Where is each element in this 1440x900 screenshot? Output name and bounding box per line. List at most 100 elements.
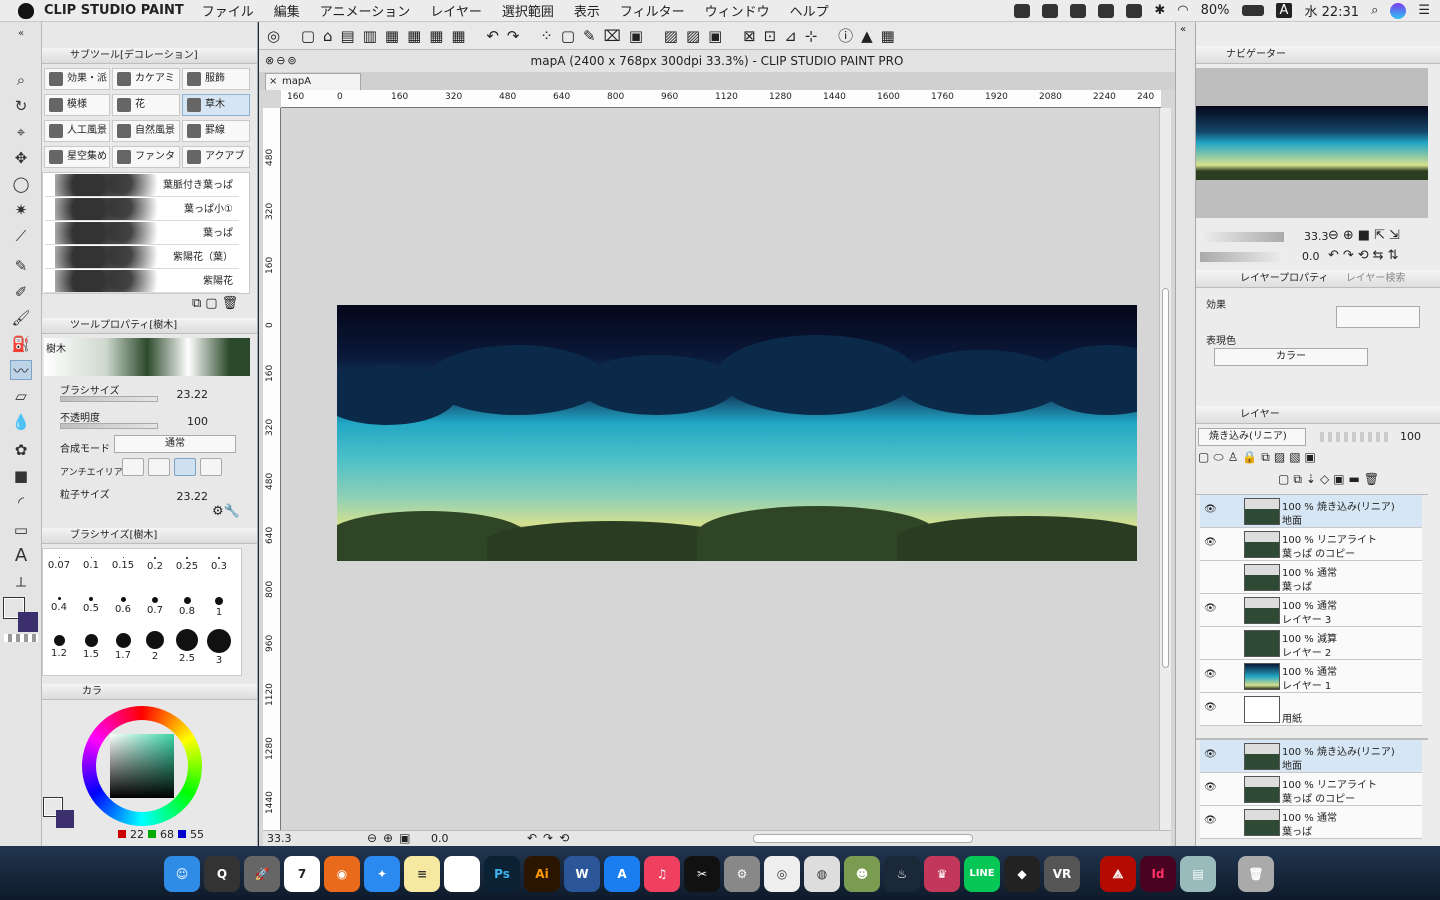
menu-view[interactable]: 表示	[574, 1, 600, 20]
layer-row[interactable]: 👁 100 % 焼き込み(リニア) 地面	[1200, 495, 1422, 528]
subtool-group-artificial[interactable]: 人工風景	[44, 120, 110, 142]
brush-tool-icon[interactable]: 🖌	[10, 308, 32, 328]
brush-size-cell[interactable]: 1.5	[75, 629, 107, 669]
subtool-group-plants[interactable]: 草木	[182, 94, 250, 116]
nav-zoom-value[interactable]: 33.3	[1304, 230, 1329, 243]
rotate-controls[interactable]: ↶↷⟲	[527, 831, 575, 845]
brush-item[interactable]: 葉っぱ	[45, 221, 239, 245]
eye-icon[interactable]: 👁	[1204, 538, 1217, 548]
eye-icon[interactable]: 👁	[1204, 750, 1217, 760]
firefox-icon[interactable]: ◉	[324, 856, 360, 892]
brush-size-cell[interactable]: 1	[203, 589, 235, 629]
battery-icon[interactable]	[1241, 5, 1264, 16]
eye-icon[interactable]: 👁	[1204, 783, 1217, 793]
effect-buttons[interactable]	[1336, 306, 1420, 328]
line-app-icon[interactable]: LINE	[964, 856, 1000, 892]
eye-icon[interactable]: 👁	[1204, 505, 1217, 515]
calendar-icon[interactable]: 7	[284, 856, 320, 892]
display-icon[interactable]	[1042, 3, 1059, 18]
window-controls[interactable]: ⊗⊖⊚	[265, 54, 309, 68]
brush-size-cell[interactable]: 1.7	[107, 629, 139, 669]
layer-toolbar-1[interactable]: ▢⬭♙🔒⧉▨▧▣	[1198, 450, 1428, 468]
auto-select-tool-icon[interactable]: ✷	[10, 200, 32, 220]
expression-color-select[interactable]: カラー	[1214, 348, 1368, 366]
acrobat-icon[interactable]: ⟁	[1100, 856, 1136, 892]
launchpad-icon[interactable]: 🚀	[244, 856, 280, 892]
selection-tool-icon[interactable]: ◯	[10, 174, 32, 194]
brush-size-cell[interactable]: 0.1	[75, 549, 107, 589]
wifi-icon[interactable]: ◠	[1177, 3, 1188, 18]
nav-rotate-buttons[interactable]: ↶↷⟲⇆⇅	[1328, 248, 1402, 263]
brush-size-cell[interactable]: 2.5	[171, 629, 203, 669]
canvas-artwork[interactable]	[337, 305, 1137, 561]
blend-mode-select[interactable]: 通常	[114, 435, 236, 453]
layer-search-tab[interactable]: レイヤー検索	[1332, 273, 1406, 284]
brush-size-cell[interactable]: 1.2	[43, 629, 75, 669]
layer-tab[interactable]: レイヤー	[1196, 409, 1280, 420]
brush-item[interactable]: 紫陽花（葉）	[45, 245, 239, 269]
apple-icon[interactable]	[18, 2, 34, 19]
decoration-tool-icon[interactable]: 〰	[10, 360, 32, 380]
sub-color-swatch[interactable]	[18, 612, 38, 632]
figure-tool-icon[interactable]: ◜	[10, 492, 32, 512]
notification-icon[interactable]: ☰	[1418, 3, 1430, 18]
layer-blend-select[interactable]: 焼き込み(リニア)	[1198, 428, 1306, 446]
doc-tab[interactable]: × mapA	[265, 73, 361, 90]
subtool-group-effect[interactable]: 効果・派	[44, 68, 110, 90]
horizontal-scrollbar[interactable]	[753, 834, 973, 843]
trash-icon[interactable]: 🗑	[1238, 856, 1274, 892]
gradient-tool-icon[interactable]: ■	[10, 466, 32, 486]
brush-size-slider[interactable]	[60, 396, 158, 402]
layer-row[interactable]: 100 % 減算 レイヤー 2	[1200, 627, 1422, 660]
subtool-group-aqua[interactable]: アクアブ	[182, 146, 250, 168]
zoom-tool-icon[interactable]: ⌕	[10, 70, 32, 90]
dropbox-icon[interactable]	[1014, 3, 1031, 18]
nav-zoom-buttons[interactable]: ⊖⊕■⇱⇲	[1328, 228, 1404, 243]
angle-value[interactable]: 0.0	[431, 832, 449, 845]
layer-row[interactable]: 👁 100 % 通常 葉っぱ	[1200, 806, 1422, 839]
spotlight-icon[interactable]: ⌕	[1371, 3, 1378, 18]
menu-edit[interactable]: 編集	[274, 1, 300, 20]
subtool-actions[interactable]: ⧉▢🗑	[192, 296, 242, 311]
line-icon[interactable]	[1098, 3, 1115, 18]
brush-size-cell[interactable]: 0.7	[139, 589, 171, 629]
eye-icon[interactable]: 👁	[1204, 816, 1217, 826]
steam-icon[interactable]: ♨	[884, 856, 920, 892]
layer-row[interactable]: 100 % 通常 葉っぱ	[1200, 561, 1422, 594]
quicktime-icon[interactable]: Q	[204, 856, 240, 892]
brush-size-value[interactable]: 23.22	[162, 388, 209, 401]
layer-row[interactable]: 👁 100 % リニアライト 葉っぱ のコピー	[1200, 528, 1422, 561]
eye-icon[interactable]: 👁	[1204, 670, 1217, 680]
antialias-options[interactable]	[122, 458, 226, 478]
airbrush-tool-icon[interactable]: ⛽	[10, 334, 32, 354]
eraser-tool-icon[interactable]: ▱	[10, 386, 32, 406]
brush-item[interactable]: 葉っぱ小①	[45, 197, 239, 221]
appstore-icon[interactable]: A	[604, 856, 640, 892]
blend-tool-icon[interactable]: 💧	[10, 412, 32, 432]
subtool-group-pattern[interactable]: 模様	[44, 94, 110, 116]
brush-size-cell[interactable]: 3	[203, 629, 235, 669]
eye-icon[interactable]: 👁	[1204, 703, 1217, 713]
layer-row[interactable]: 👁 100 % 通常 レイヤー 1	[1200, 660, 1422, 693]
color-sv-square[interactable]	[110, 734, 174, 798]
text-tool-icon[interactable]: A	[10, 546, 32, 566]
menu-window[interactable]: ウィンドウ	[705, 1, 770, 20]
layer-row[interactable]: 👁 100 % リニアライト 葉っぱ のコピー	[1200, 773, 1422, 806]
app-menu[interactable]: CLIP STUDIO PAINT	[44, 3, 184, 18]
subtool-group-rule[interactable]: 罫線	[182, 120, 250, 142]
menu-selection[interactable]: 選択範囲	[502, 1, 554, 20]
layer-row[interactable]: 👁 100 % 焼き込み(リニア) 地面	[1200, 740, 1422, 773]
brush-size-cell[interactable]: 0.8	[171, 589, 203, 629]
brush-item[interactable]: 葉脈付き葉っぱ	[45, 173, 239, 197]
menu-help[interactable]: ヘルプ	[790, 1, 829, 20]
subtool-group-clothing[interactable]: 服飾	[182, 68, 250, 90]
nav-zoom-slider[interactable]	[1200, 232, 1284, 242]
transparent-color-swatch[interactable]	[4, 634, 38, 642]
layer-opacity-slider[interactable]	[1320, 432, 1392, 442]
menu-layer[interactable]: レイヤー	[430, 1, 482, 20]
subtool-group-flower[interactable]: 花	[112, 94, 180, 116]
aa-medium[interactable]	[174, 458, 196, 476]
illustrator-icon[interactable]: Ai	[524, 856, 560, 892]
layer-property-tab[interactable]: レイヤープロパティ	[1196, 273, 1329, 284]
opacity-value[interactable]: 100	[162, 415, 208, 428]
